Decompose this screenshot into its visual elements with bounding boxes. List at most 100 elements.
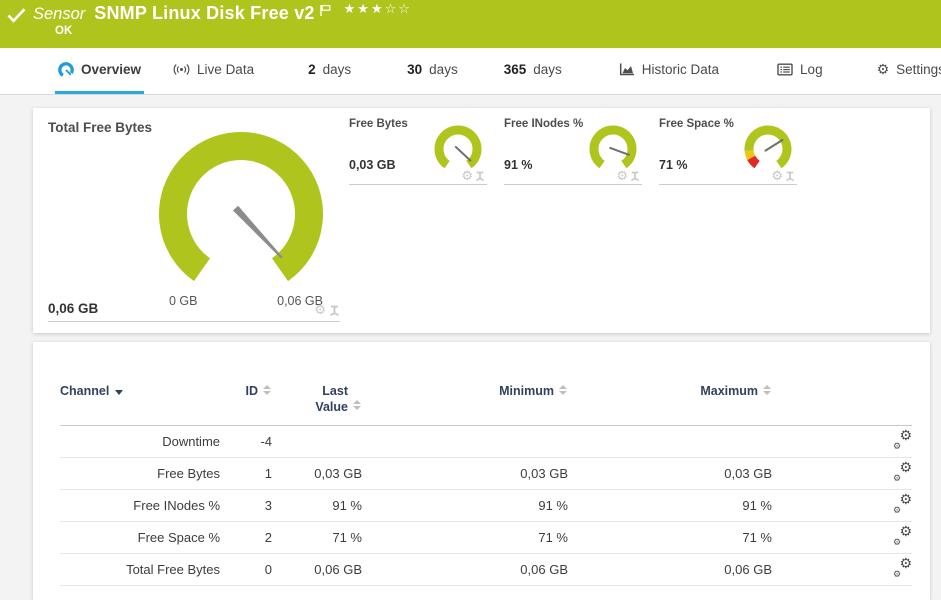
channel-maximum: 0,03 GB [724, 466, 772, 482]
tab-historic-data[interactable]: Historic Data [616, 48, 722, 94]
gauge-current-value: 0,03 GB [349, 158, 396, 172]
channel-settings-icon[interactable]: ⚙ ⚙ [893, 525, 912, 548]
gauge-current-value: 0,06 GB [48, 301, 99, 316]
channel-last-value: 0,06 GB [314, 562, 362, 578]
channel-name: Free Space % [137, 530, 220, 546]
gauge-actions: ⚙ [461, 170, 485, 183]
stars-empty: ☆☆ [384, 2, 412, 17]
gauge-pin-icon[interactable] [785, 171, 795, 182]
gauge-gear-icon[interactable]: ⚙ [771, 170, 783, 183]
table-row[interactable]: Free INodes % 3 91 % 91 % 91 % ⚙ ⚙ [60, 490, 912, 522]
channel-name: Free Bytes [157, 466, 220, 482]
gauge-icon [58, 61, 74, 77]
tab-365-days[interactable]: 365 days [501, 48, 565, 94]
tab-bar: Overview Live Data 2 days 30 days 365 da… [0, 48, 941, 95]
channel-name: Downtime [162, 434, 220, 450]
tab-365-days-label: days [533, 62, 562, 77]
gauge-pin-icon[interactable] [475, 171, 485, 182]
gauge-scale-min: 0 GB [169, 294, 198, 308]
channel-maximum: 0,06 GB [724, 562, 772, 578]
channel-last-value: 0,03 GB [314, 466, 362, 482]
channel-settings-icon[interactable]: ⚙ ⚙ [893, 557, 912, 580]
column-header-channel[interactable]: Channel [60, 378, 220, 426]
column-header-maximum[interactable]: Maximum [568, 378, 772, 426]
channel-last-value: 71 % [332, 530, 362, 546]
channel-name: Total Free Bytes [126, 562, 220, 578]
gauge-free-bytes: Free Bytes 0,03 GB ⚙ [349, 116, 487, 185]
flag-icon[interactable] [319, 4, 332, 17]
status-check-icon [7, 8, 26, 23]
channel-id: 2 [264, 530, 272, 546]
gauge-title: Free INodes % [504, 118, 584, 130]
table-row[interactable]: Total Free Bytes 0 0,06 GB 0,06 GB 0,06 … [60, 554, 912, 586]
tab-30-days-label: days [429, 62, 458, 77]
tab-overview[interactable]: Overview [55, 48, 145, 94]
gauge-title: Free Bytes [349, 118, 408, 130]
gauge-dial [589, 125, 637, 169]
tab-live-data[interactable]: Live Data [170, 48, 257, 94]
channels-table: Channel ID Last Value Minimum Maximum Do… [60, 378, 912, 586]
log-icon [777, 63, 793, 76]
gauge-needle [232, 205, 283, 259]
gauge-needle [609, 146, 630, 156]
sort-icon [763, 384, 772, 395]
channel-minimum: 0,03 GB [520, 466, 568, 482]
gauge-gear-icon[interactable]: ⚙ [461, 170, 473, 183]
gauge-dial [159, 132, 323, 282]
column-header-maximum-label: Maximum [700, 384, 758, 398]
priority-stars[interactable]: ★★★☆☆ [344, 2, 412, 17]
tab-log-label: Log [800, 62, 823, 77]
gauge-free-inodes: Free INodes % 91 % ⚙ [504, 116, 642, 185]
channel-settings-icon[interactable]: ⚙ ⚙ [893, 461, 912, 484]
gauge-dial [434, 125, 482, 169]
channel-last-value [272, 426, 362, 458]
tab-2-days[interactable]: 2 days [305, 48, 354, 94]
channel-id: 3 [264, 498, 272, 514]
gauge-gear-icon[interactable]: ⚙ [314, 304, 326, 317]
settings-gear-icon: ⚙ [876, 61, 890, 78]
channel-minimum [362, 426, 568, 458]
table-row[interactable]: Free Bytes 1 0,03 GB 0,03 GB 0,03 GB ⚙ ⚙ [60, 458, 912, 490]
gauge-actions: ⚙ [616, 170, 640, 183]
channel-id: -4 [260, 434, 272, 450]
column-header-minimum-label: Minimum [499, 384, 554, 398]
gauge-title: Free Space % [659, 118, 734, 130]
gauge-actions: ⚙ [314, 304, 340, 317]
column-header-id-label: ID [245, 384, 259, 398]
tab-2-days-label: days [322, 62, 352, 77]
gauge-current-value: 91 % [504, 158, 533, 172]
tab-settings[interactable]: ⚙ Settings [874, 48, 941, 94]
gauge-needle [454, 145, 472, 162]
live-data-icon [173, 64, 190, 75]
tab-log[interactable]: Log [774, 48, 826, 94]
tab-30-days[interactable]: 30 days [404, 48, 461, 94]
channels-panel: Channel ID Last Value Minimum Maximum Do… [33, 342, 930, 600]
gauge-pin-icon[interactable] [329, 305, 340, 317]
tab-live-data-label: Live Data [197, 62, 255, 77]
gauge-title: Total Free Bytes [48, 120, 153, 135]
channel-minimum: 91 % [538, 498, 568, 514]
channel-maximum: 91 % [742, 498, 772, 514]
gauge-dial [744, 125, 792, 169]
channel-last-value: 91 % [332, 498, 362, 514]
sort-icon [263, 384, 272, 395]
gauge-free-space: Free Space % 71 % ⚙ [659, 116, 797, 185]
column-header-last-value[interactable]: Last Value [272, 378, 362, 426]
channel-id: 1 [264, 466, 272, 482]
channel-maximum [568, 426, 772, 458]
channel-settings-icon[interactable]: ⚙ ⚙ [893, 429, 912, 452]
sensor-title: SNMP Linux Disk Free v2 [94, 3, 315, 23]
sort-icon [559, 384, 568, 395]
gauge-pin-icon[interactable] [630, 171, 640, 182]
channel-settings-icon[interactable]: ⚙ ⚙ [893, 493, 912, 516]
gauge-needle [764, 138, 784, 152]
gauge-gear-icon[interactable]: ⚙ [616, 170, 628, 183]
tab-settings-label: Settings [896, 62, 941, 77]
column-header-minimum[interactable]: Minimum [362, 378, 568, 426]
table-row[interactable]: Downtime -4 ⚙ ⚙ [60, 426, 912, 458]
tab-365-days-number: 365 [503, 62, 527, 77]
column-header-id[interactable]: ID [220, 378, 272, 426]
tab-historic-data-label: Historic Data [641, 62, 720, 77]
table-row[interactable]: Free Space % 2 71 % 71 % 71 % ⚙ ⚙ [60, 522, 912, 554]
channel-id: 0 [264, 562, 272, 578]
